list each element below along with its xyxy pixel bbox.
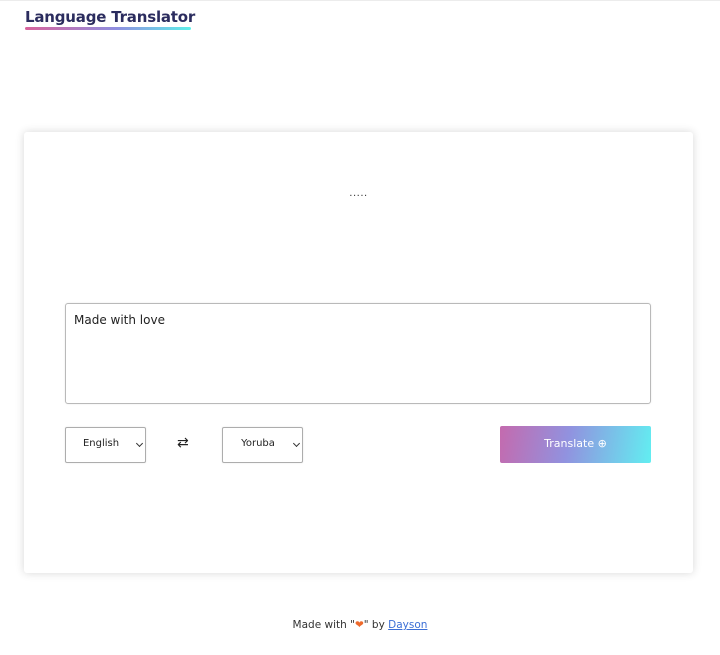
target-language-value: Yoruba	[241, 438, 275, 449]
source-language-value: English	[82, 438, 120, 449]
source-language-select[interactable]: English	[65, 427, 146, 463]
author-link[interactable]: Dayson	[388, 619, 427, 631]
page-title: Language Translator	[25, 8, 196, 26]
footer: Made with "❤" by Dayson	[0, 619, 720, 631]
translation-output: .....	[349, 188, 368, 199]
translator-card: ..... Made with love English ⇄ Yoruba Tr…	[24, 132, 693, 573]
top-divider	[0, 0, 720, 1]
target-language-select[interactable]: Yoruba	[222, 427, 303, 463]
translate-button[interactable]: Translate ⊕	[500, 426, 651, 463]
translate-label-text: Translate	[544, 437, 595, 450]
footer-prefix: Made with "	[292, 619, 355, 631]
swap-languages-icon[interactable]: ⇄	[177, 435, 189, 451]
chevron-down-icon	[292, 439, 301, 448]
source-text-input[interactable]: Made with love	[65, 303, 651, 404]
source-text-value: Made with love	[74, 313, 165, 327]
heart-icon: ❤	[354, 619, 364, 631]
translate-button-label: Translate ⊕	[500, 437, 651, 450]
translate-icon: ⊕	[597, 437, 607, 450]
chevron-down-icon	[135, 439, 144, 448]
footer-suffix: " by	[363, 619, 389, 631]
title-underline	[25, 27, 191, 30]
